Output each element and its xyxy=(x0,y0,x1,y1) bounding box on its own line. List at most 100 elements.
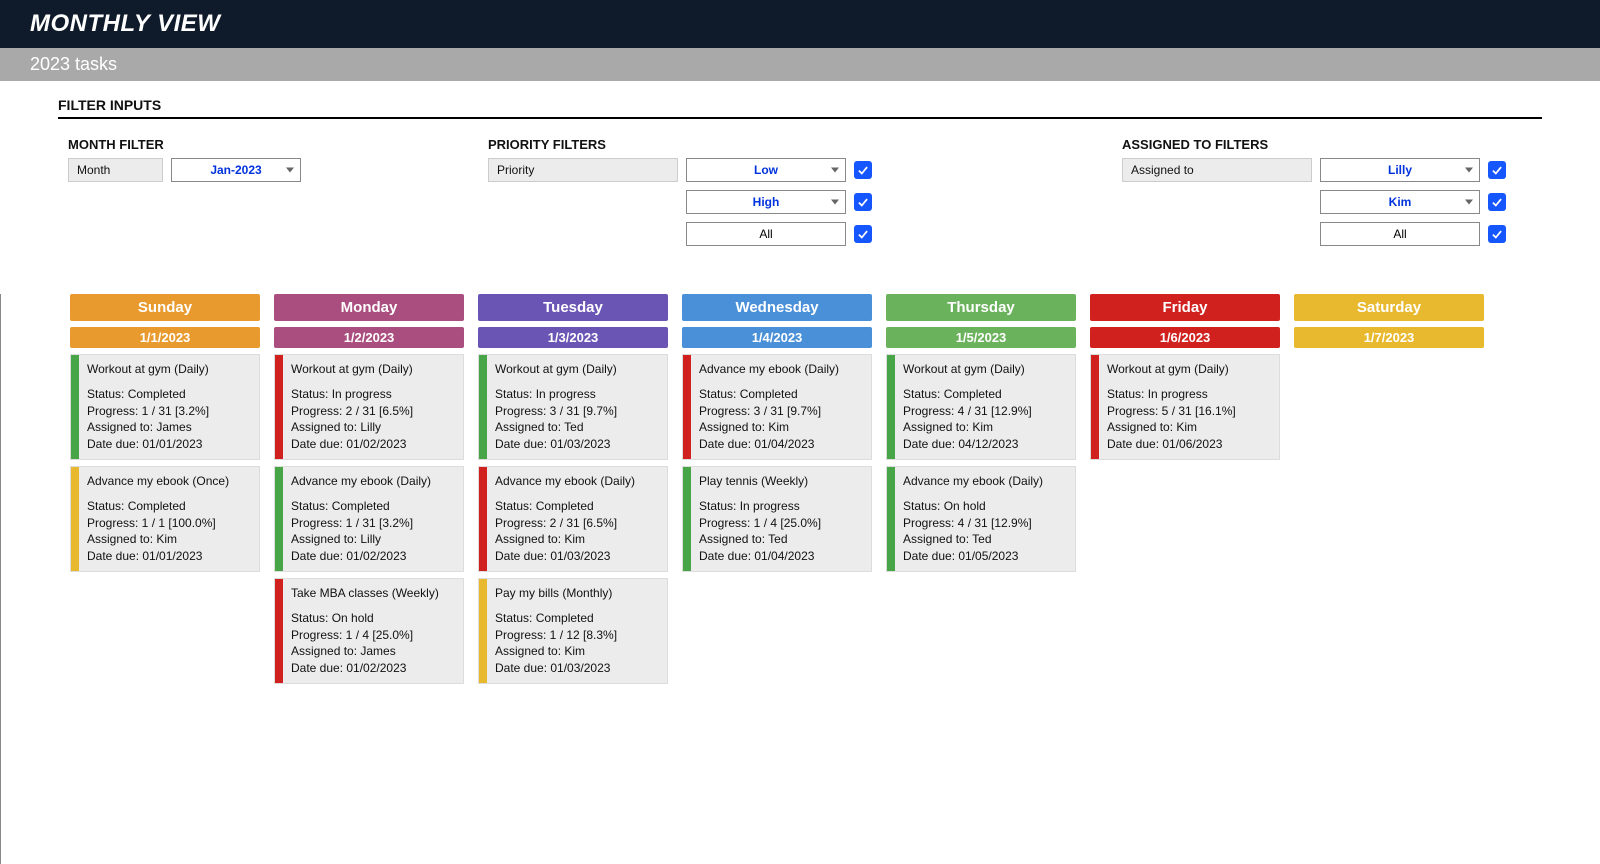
task-body: Take MBA classes (Weekly) Status: On hold… xyxy=(283,579,447,683)
task-assigned: Assigned to: Ted xyxy=(903,531,1043,548)
priority-checkbox-1[interactable] xyxy=(854,193,872,211)
task-body: Workout at gym (Daily)Status: In progres… xyxy=(1099,355,1244,459)
task-due: Date due: 01/05/2023 xyxy=(903,548,1043,565)
task-body: Play tennis (Weekly)Status: In progressP… xyxy=(691,467,829,571)
task-progress: Progress: 4 / 31 [12.9%] xyxy=(903,403,1032,420)
task-title: Advance my ebook (Daily) xyxy=(291,473,431,490)
assigned-dropdown-value-0: Lilly xyxy=(1388,163,1412,177)
task-status: Status: Completed xyxy=(87,498,229,515)
day-date: 1/3/2023 xyxy=(478,327,668,348)
task-due: Date due: 01/06/2023 xyxy=(1107,436,1236,453)
task-card[interactable]: Advance my ebook (Daily)Status: Complete… xyxy=(682,354,872,460)
task-progress: Progress: 1 / 31 [3.2%] xyxy=(87,403,209,420)
task-title: Take MBA classes (Weekly) xyxy=(291,585,439,602)
task-status-bar xyxy=(887,467,895,571)
task-title: Workout at gym (Daily) xyxy=(495,361,617,378)
task-card[interactable]: Workout at gym (Daily)Status: CompletedP… xyxy=(70,354,260,460)
assigned-filter: ASSIGNED TO FILTERS Assigned toLillyKimA… xyxy=(1122,137,1542,254)
task-progress: Progress: 1 / 4 [25.0%] xyxy=(291,627,439,644)
task-card[interactable]: Workout at gym (Daily)Status: In progres… xyxy=(274,354,464,460)
task-card[interactable]: Advance my ebook (Once) Status: Completed… xyxy=(70,466,260,572)
filters-area: MONTH FILTER Month Jan-2023 PRIORITY FIL… xyxy=(68,137,1542,254)
day-column-1: Monday1/2/2023Workout at gym (Daily)Stat… xyxy=(274,294,464,684)
task-status: Status: Completed xyxy=(495,498,635,515)
task-status-bar xyxy=(275,467,283,571)
priority-dropdown-0[interactable]: Low xyxy=(686,158,846,182)
chevron-down-icon xyxy=(1465,200,1473,205)
day-date: 1/5/2023 xyxy=(886,327,1076,348)
assigned-checkbox-1[interactable] xyxy=(1488,193,1506,211)
priority-filter: PRIORITY FILTERS Priority Low High All xyxy=(488,137,908,254)
task-title: Workout at gym (Daily) xyxy=(87,361,209,378)
day-name: Wednesday xyxy=(682,294,872,321)
task-status-bar xyxy=(275,355,283,459)
task-card[interactable]: Workout at gym (Daily)Status: In progres… xyxy=(1090,354,1280,460)
priority-label: Priority xyxy=(488,158,678,182)
month-dropdown[interactable]: Jan-2023 xyxy=(171,158,301,182)
task-due: Date due: 01/04/2023 xyxy=(699,436,839,453)
task-status: Status: Completed xyxy=(903,386,1032,403)
chevron-down-icon xyxy=(831,200,839,205)
task-assigned: Assigned to: Lilly xyxy=(291,531,431,548)
task-card[interactable]: Advance my ebook (Daily)Status: Complete… xyxy=(274,466,464,572)
task-card[interactable]: Workout at gym (Daily) Status: In progres… xyxy=(478,354,668,460)
task-title: Advance my ebook (Daily) xyxy=(495,473,635,490)
priority-checkbox-2[interactable] xyxy=(854,225,872,243)
task-assigned: Assigned to: Ted xyxy=(699,531,821,548)
assigned-checkbox-0[interactable] xyxy=(1488,161,1506,179)
assigned-dropdown-value-1: Kim xyxy=(1389,195,1412,209)
task-status-bar xyxy=(71,467,79,571)
task-card[interactable]: Play tennis (Weekly)Status: In progressP… xyxy=(682,466,872,572)
month-filter-heading: MONTH FILTER xyxy=(68,137,428,152)
task-assigned: Assigned to: Kim xyxy=(495,643,617,660)
assigned-dropdown-0[interactable]: Lilly xyxy=(1320,158,1480,182)
day-date: 1/4/2023 xyxy=(682,327,872,348)
task-due: Date due: 04/12/2023 xyxy=(903,436,1032,453)
day-date: 1/2/2023 xyxy=(274,327,464,348)
task-card[interactable]: Advance my ebook (Daily)Status: On holdP… xyxy=(886,466,1076,572)
task-body: Advance my ebook (Daily)Status: On holdP… xyxy=(895,467,1051,571)
task-card[interactable]: Workout at gym (Daily) Status: CompletedP… xyxy=(886,354,1076,460)
task-title: Workout at gym (Daily) xyxy=(903,361,1032,378)
day-column-4: Thursday1/5/2023Workout at gym (Daily)St… xyxy=(886,294,1076,572)
priority-filter-heading: PRIORITY FILTERS xyxy=(488,137,908,152)
task-due: Date due: 01/03/2023 xyxy=(495,660,617,677)
task-progress: Progress: 1 / 12 [8.3%] xyxy=(495,627,617,644)
task-assigned: Assigned to: James xyxy=(87,419,209,436)
chevron-down-icon xyxy=(831,168,839,173)
assigned-checkbox-2[interactable] xyxy=(1488,225,1506,243)
day-date: 1/1/2023 xyxy=(70,327,260,348)
task-progress: Progress: 1 / 4 [25.0%] xyxy=(699,515,821,532)
day-column-2: Tuesday1/3/2023Workout at gym (Daily)Sta… xyxy=(478,294,668,684)
assigned-dropdown-2[interactable]: All xyxy=(1320,222,1480,246)
task-due: Date due: 01/02/2023 xyxy=(291,660,439,677)
task-status-bar xyxy=(71,355,79,459)
priority-dropdown-1[interactable]: High xyxy=(686,190,846,214)
task-title: Advance my ebook (Once) xyxy=(87,473,229,490)
task-status: Status: In progress xyxy=(495,386,617,403)
task-assigned: Assigned to: James xyxy=(291,643,439,660)
page-subtitle: 2023 tasks xyxy=(0,48,1600,81)
task-assigned: Assigned to: Kim xyxy=(495,531,635,548)
priority-dropdown-2[interactable]: All xyxy=(686,222,846,246)
priority-checkbox-0[interactable] xyxy=(854,161,872,179)
assigned-dropdown-1[interactable]: Kim xyxy=(1320,190,1480,214)
task-card[interactable]: Pay my bills (Monthly)Status: CompletedP… xyxy=(478,578,668,684)
task-body: Workout at gym (Daily)Status: CompletedP… xyxy=(79,355,217,459)
day-name: Friday xyxy=(1090,294,1280,321)
day-name: Saturday xyxy=(1294,294,1484,321)
month-filter-label: Month xyxy=(68,158,163,182)
day-column-6: Saturday1/7/2023 xyxy=(1294,294,1484,348)
task-card[interactable]: Take MBA classes (Weekly) Status: On hold… xyxy=(274,578,464,684)
task-status-bar xyxy=(479,355,487,459)
task-title: Workout at gym (Daily) xyxy=(291,361,413,378)
task-due: Date due: 01/02/2023 xyxy=(291,436,413,453)
task-card[interactable]: Advance my ebook (Daily) Status: Complete… xyxy=(478,466,668,572)
task-body: Advance my ebook (Daily)Status: Complete… xyxy=(691,355,847,459)
assigned-dropdown-value-2: All xyxy=(1393,227,1406,241)
task-progress: Progress: 3 / 31 [9.7%] xyxy=(495,403,617,420)
task-status: Status: On hold xyxy=(291,610,439,627)
task-body: Pay my bills (Monthly)Status: CompletedP… xyxy=(487,579,625,683)
task-status: Status: Completed xyxy=(495,610,617,627)
task-assigned: Assigned to: Kim xyxy=(87,531,229,548)
